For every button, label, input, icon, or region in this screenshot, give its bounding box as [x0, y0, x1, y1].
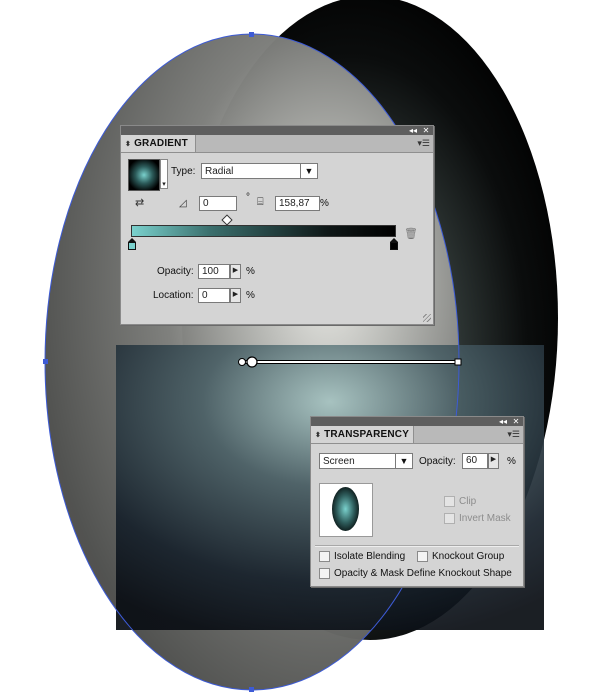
- blend-mode-value: Screen: [323, 456, 355, 467]
- panel-menu-icon[interactable]: ▾☰: [417, 137, 430, 150]
- gradient-slider[interactable]: [131, 225, 396, 237]
- invert-mask-label: Invert Mask: [459, 513, 511, 524]
- isolate-blending-checkbox[interactable]: [319, 551, 330, 562]
- tab-toggle-icon[interactable]: ⬍: [125, 141, 131, 148]
- opacity-label: Opacity:: [419, 456, 456, 467]
- clip-label: Clip: [459, 496, 477, 507]
- panel-title-bar[interactable]: ◂◂ ✕: [121, 126, 433, 135]
- gradient-midpoint-diamond[interactable]: [221, 214, 233, 226]
- type-dropdown-icon[interactable]: ▼: [300, 163, 318, 179]
- artboard[interactable]: [0, 0, 600, 700]
- type-value: Radial: [205, 166, 234, 177]
- opacity-stepper-icon[interactable]: ▶: [230, 264, 241, 279]
- panel-menu-icon[interactable]: ▾☰: [507, 428, 520, 441]
- panel-tab-bar: ⬍ TRANSPARENCY ▾☰: [311, 426, 523, 444]
- angle-icon: ◿: [179, 198, 187, 209]
- isolate-blending-label: Isolate Blending: [334, 551, 406, 562]
- opacity-unit: %: [246, 266, 255, 277]
- close-icon[interactable]: ✕: [420, 126, 432, 135]
- gradient-center-handle[interactable]: [246, 356, 258, 368]
- reverse-gradient-icon[interactable]: ⇄: [135, 196, 144, 209]
- tab-gradient[interactable]: ⬍ GRADIENT: [121, 135, 196, 152]
- angle-field[interactable]: 0: [199, 196, 237, 211]
- object-thumbnail[interactable]: [319, 483, 373, 537]
- opacity-field[interactable]: 100: [198, 264, 230, 279]
- opacity-stepper-icon[interactable]: ▶: [488, 453, 499, 469]
- location-stepper-icon[interactable]: ▶: [230, 288, 241, 303]
- opacity-unit: %: [507, 456, 516, 467]
- swatch-preview-icon[interactable]: [128, 159, 160, 191]
- opacity-field[interactable]: 60: [462, 453, 488, 469]
- location-label: Location:: [153, 290, 194, 301]
- gradient-end-handle[interactable]: [454, 358, 462, 366]
- knockout-group-checkbox[interactable]: [417, 551, 428, 562]
- close-icon[interactable]: ✕: [510, 417, 522, 426]
- aspect-ratio-field[interactable]: 158,87: [275, 196, 320, 211]
- gradient-origin-handle[interactable]: [238, 358, 246, 366]
- blend-mode-dropdown-icon[interactable]: ▼: [395, 453, 413, 469]
- opacity-mask-knockout-label: Opacity & Mask Define Knockout Shape: [334, 568, 512, 579]
- location-unit: %: [246, 290, 255, 301]
- gradient-panel: ◂◂ ✕ ⬍ GRADIENT ▾☰ ▾ Type: Radial ▼ ⇄ ◿ 0…: [120, 125, 434, 325]
- mask-thumbnail-area[interactable]: [373, 481, 437, 537]
- color-stop-start[interactable]: [128, 238, 136, 250]
- opacity-label: Opacity:: [157, 266, 194, 277]
- anchor-point[interactable]: [249, 687, 254, 692]
- knockout-group-label: Knockout Group: [432, 551, 505, 562]
- collapse-icon[interactable]: ◂◂: [497, 417, 509, 426]
- aspect-unit: %: [320, 198, 329, 209]
- transparency-panel: ◂◂ ✕ ⬍ TRANSPARENCY ▾☰ Screen ▼ Opacity: …: [310, 416, 524, 587]
- tab-transparency[interactable]: ⬍ TRANSPARENCY: [311, 426, 414, 443]
- divider: [315, 545, 519, 547]
- type-label: Type:: [171, 166, 196, 177]
- panel-title-bar[interactable]: ◂◂ ✕: [311, 417, 523, 426]
- aspect-ratio-icon: ⌸: [257, 196, 264, 208]
- anchor-point[interactable]: [249, 32, 254, 37]
- tab-toggle-icon[interactable]: ⬍: [315, 432, 321, 439]
- color-stop-end[interactable]: [390, 238, 398, 250]
- trash-icon[interactable]: 🗑: [404, 227, 418, 240]
- location-field[interactable]: 0: [198, 288, 230, 303]
- clip-checkbox[interactable]: [444, 496, 455, 507]
- swatch-dropdown-icon[interactable]: ▾: [160, 159, 168, 189]
- opacity-mask-knockout-checkbox[interactable]: [319, 568, 330, 579]
- resize-grip-icon[interactable]: [423, 314, 431, 322]
- anchor-point[interactable]: [43, 359, 48, 364]
- panel-tab-bar: ⬍ GRADIENT ▾☰: [121, 135, 433, 153]
- collapse-icon[interactable]: ◂◂: [407, 126, 419, 135]
- thumbnail-ellipse-icon: [332, 487, 359, 531]
- angle-unit: °: [246, 192, 250, 203]
- invert-mask-checkbox[interactable]: [444, 513, 455, 524]
